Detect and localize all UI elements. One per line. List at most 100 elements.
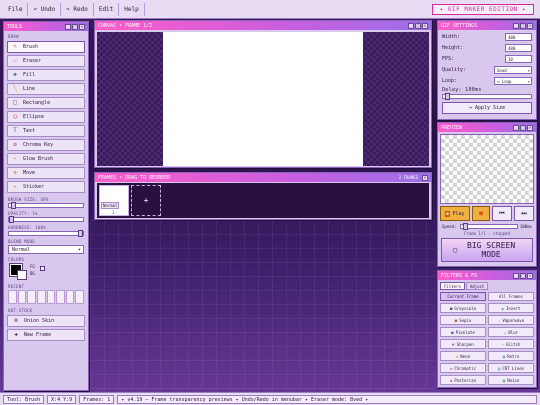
filter-crt-lines[interactable]: ▤ CRT Lines [488, 363, 534, 373]
onion-skin-button[interactable]: ⊛ Onion Skin [7, 315, 85, 327]
filter-neon[interactable]: ✺ Neon [440, 351, 486, 361]
brush-size-slider[interactable] [8, 202, 84, 209]
tool-eraser[interactable]: ▭ Eraser [7, 55, 85, 67]
new-frame-button[interactable]: ✚ New Frame [7, 329, 85, 341]
delay-knob[interactable] [445, 93, 450, 100]
brush-size-knob[interactable] [11, 202, 16, 209]
preview-title: PREVIEW [441, 124, 463, 131]
recent-swatch[interactable] [46, 290, 56, 304]
speed-row: Speed: 100ms [442, 223, 532, 230]
stop-button[interactable]: ■ [472, 206, 490, 221]
maximize-icon[interactable]: □ [520, 124, 526, 131]
swap-colors-button[interactable] [40, 266, 45, 271]
close-icon[interactable]: × [79, 23, 85, 30]
tool-fill[interactable]: ◆ Fill [7, 69, 85, 81]
height-input[interactable]: 480 [505, 43, 532, 52]
tool-sticker[interactable]: ★ Sticker [7, 181, 85, 193]
settings-title: GIF SETTINGS [441, 22, 478, 29]
minimize-icon[interactable]: _ [513, 272, 519, 279]
frames-title: FRAMES • DRAG TO REORDER [98, 174, 171, 181]
filter-chromatic[interactable]: ◈ Chromatic [440, 363, 486, 373]
delay-slider[interactable] [442, 93, 532, 100]
menu-file[interactable]: File [3, 2, 29, 16]
screen-icon: ▢ [452, 246, 458, 254]
canvas-window: CANVAS • FRAME 1/2 _ □ × [94, 20, 432, 168]
menu-redo[interactable]: ↷ Redo [61, 2, 94, 16]
tool-text[interactable]: T Text [7, 125, 85, 137]
recent-swatch[interactable] [17, 290, 27, 304]
filter-vaporwave[interactable]: ✧ Vaporwave [488, 315, 534, 325]
filter-sharpen[interactable]: ◤ Sharpen [440, 339, 486, 349]
filter-grayscale[interactable]: ■ Grayscale [440, 303, 486, 313]
close-icon[interactable]: × [527, 272, 533, 279]
frame-thumbnail[interactable]: Normal 1 [99, 185, 129, 216]
tool-rectangle[interactable]: □ Rectangle [7, 97, 85, 109]
big-screen-button[interactable]: ▢ BIG SCREEN MODE [441, 238, 533, 262]
tab-adjust[interactable]: Adjust [465, 282, 489, 290]
recent-swatch[interactable] [56, 290, 65, 304]
fps-input[interactable]: 10 [505, 54, 532, 63]
filter-invert[interactable]: ◐ Invert [488, 303, 534, 313]
filter-pixelate[interactable]: ■ Pixelate [440, 327, 486, 337]
recent-swatch[interactable] [36, 290, 46, 304]
maximize-icon[interactable]: □ [415, 22, 421, 29]
minimize-icon[interactable]: _ [513, 22, 519, 29]
drawing-canvas[interactable] [163, 32, 363, 166]
close-icon[interactable]: × [422, 22, 428, 29]
minimize-icon[interactable]: _ [513, 124, 519, 131]
close-icon[interactable]: × [422, 174, 428, 181]
add-frame-button[interactable]: + [131, 185, 161, 216]
apply-size-button[interactable]: ⇔ Apply Size [442, 102, 532, 114]
all-frames-button[interactable]: All Frames [488, 292, 534, 301]
filter-sepia[interactable]: ■ Sepia [440, 315, 486, 325]
maximize-icon[interactable]: □ [520, 272, 526, 279]
move-icon: ✥ [13, 169, 17, 176]
filter-noise[interactable]: ▦ Noise [488, 375, 534, 385]
tool-line[interactable]: ╲ Line [7, 83, 85, 95]
tool-move[interactable]: ✥ Move [7, 167, 85, 179]
play-button[interactable]: ▶ Play [440, 206, 470, 221]
filter-label: Pixelate [455, 329, 475, 335]
filter-glitch[interactable]: ⚡ Glitch [488, 339, 534, 349]
maximize-icon[interactable]: □ [520, 22, 526, 29]
minimize-icon[interactable]: _ [408, 22, 414, 29]
quality-select[interactable]: Good [494, 65, 532, 74]
speed-slider[interactable] [460, 223, 518, 230]
speed-knob[interactable] [463, 223, 469, 230]
filter-label: Vaporwave [502, 317, 525, 323]
minimize-icon[interactable]: _ [65, 23, 71, 30]
chroma-key-icon: ✿ [13, 141, 17, 148]
close-icon[interactable]: × [527, 124, 533, 131]
close-icon[interactable]: × [527, 22, 533, 29]
play-label: Play [452, 210, 465, 217]
blend-mode-select[interactable]: Normal [8, 245, 84, 254]
opacity-slider[interactable] [8, 216, 84, 223]
maximize-icon[interactable]: □ [72, 23, 78, 30]
current-frame-button[interactable]: Current Frame [440, 292, 486, 301]
menu-undo[interactable]: ↶ Undo [28, 2, 62, 16]
menu-edit[interactable]: Edit [94, 2, 120, 16]
tab-filters[interactable]: Filters [440, 282, 465, 290]
tool-brush[interactable]: ✎ Brush [7, 41, 85, 53]
opacity-knob[interactable] [9, 216, 14, 223]
hardness-slider[interactable] [8, 230, 84, 237]
hardness-knob[interactable] [78, 230, 83, 237]
menu-help[interactable]: Help [119, 2, 145, 16]
recent-swatch[interactable] [65, 290, 75, 304]
stop-icon: ■ [479, 210, 483, 217]
rectangle-icon: □ [13, 99, 17, 106]
recent-swatch[interactable] [75, 290, 84, 304]
tool-glow-brush[interactable]: ✦ Glow Brush [7, 153, 85, 165]
loop-select[interactable]: ∞ Loop [494, 76, 532, 85]
filter-blur[interactable]: ○ Blur [488, 327, 534, 337]
prev-frame-button[interactable]: ⏮ [492, 206, 512, 221]
next-frame-button[interactable]: ⏭ [514, 206, 534, 221]
background-color-swatch[interactable] [17, 270, 27, 280]
recent-swatch[interactable] [8, 290, 17, 304]
tool-chroma-key[interactable]: ✿ Chroma Key [7, 139, 85, 151]
recent-swatch[interactable] [27, 290, 36, 304]
tool-ellipse[interactable]: ◯ Ellipse [7, 111, 85, 123]
filter-retro[interactable]: ▣ Retro [488, 351, 534, 361]
filter-posterize[interactable]: ◆ Posterize [440, 375, 486, 385]
width-input[interactable]: 480 [505, 32, 532, 41]
